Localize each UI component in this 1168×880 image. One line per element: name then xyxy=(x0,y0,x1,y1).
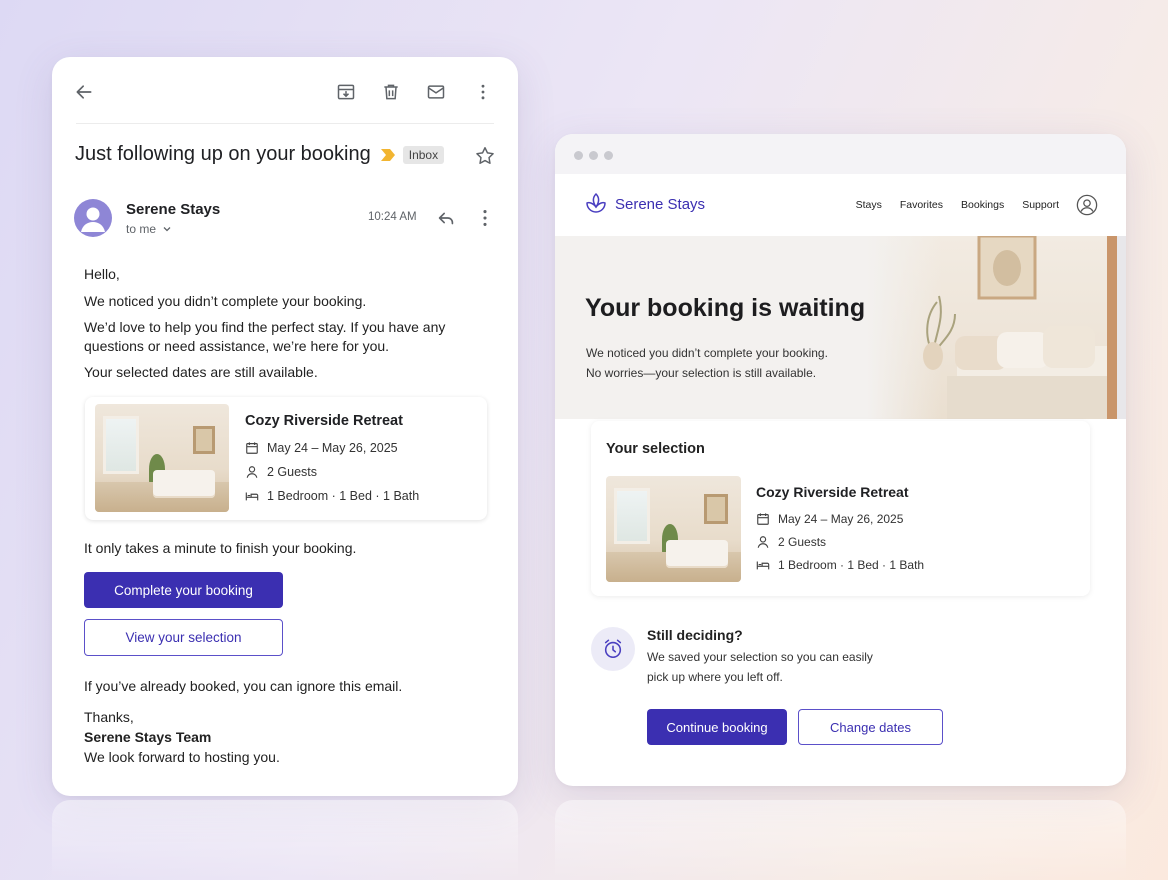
hero-line-2: No worries—your selection is still avail… xyxy=(586,366,817,380)
continue-booking-button[interactable]: Continue booking xyxy=(647,709,787,745)
window-dot-close[interactable] xyxy=(574,151,583,160)
user-icon xyxy=(246,466,258,478)
hero-banner: Your booking is waiting We noticed you d… xyxy=(555,236,1117,419)
nav-item-favorites[interactable]: Favorites xyxy=(900,199,943,211)
recipient-line[interactable]: to me xyxy=(126,222,172,236)
site-header: Serene Stays Stays Favorites Bookings Su… xyxy=(555,174,1126,236)
dates-text: May 24 – May 26, 2025 xyxy=(267,441,398,455)
window-dot-maximize[interactable] xyxy=(604,151,613,160)
guests-text: 2 Guests xyxy=(267,465,318,479)
body-paragraph-5: If you’ve already booked, you can ignore… xyxy=(84,678,403,694)
selection-rooms: 1 Bedroom · 1 Bed · 1 Bath xyxy=(756,558,924,572)
nav-item-stays[interactable]: Stays xyxy=(856,199,882,211)
nav-item-support[interactable]: Support xyxy=(1022,199,1059,211)
property-photo xyxy=(95,404,229,512)
email-subject: Just following up on your booking Inbox xyxy=(75,143,445,166)
account-icon[interactable] xyxy=(1076,194,1098,216)
clock-badge xyxy=(591,627,635,671)
chevron-down-icon[interactable] xyxy=(162,224,172,234)
inbox-label-badge[interactable]: Inbox xyxy=(402,145,445,164)
person-icon xyxy=(81,207,105,232)
email-body-continued: It only takes a minute to finish your bo… xyxy=(84,539,494,565)
body-paragraph-4: It only takes a minute to finish your bo… xyxy=(84,540,357,556)
selection-guests-text: 2 Guests xyxy=(778,535,827,549)
main-nav: Stays Favorites Bookings Support xyxy=(856,199,1059,211)
more-vert-icon[interactable] xyxy=(472,81,494,103)
browser-card-reflection xyxy=(555,800,1126,880)
back-arrow-icon[interactable] xyxy=(73,81,95,103)
property-rooms: 1 Bedroom · 1 Bed · 1 Bath xyxy=(245,489,419,503)
body-paragraph-2: We’d love to help you find the perfect s… xyxy=(84,319,446,354)
calendar-icon xyxy=(246,442,258,454)
body-paragraph-1: We noticed you didn’t complete your book… xyxy=(84,293,367,309)
mail-icon[interactable] xyxy=(425,81,447,103)
hero-line-1: We noticed you didn’t complete your book… xyxy=(586,346,828,360)
email-toolbar xyxy=(52,57,518,123)
email-card-reflection xyxy=(52,800,518,880)
email-footer: If you’ve already booked, you can ignore… xyxy=(84,677,494,774)
star-icon[interactable] xyxy=(474,145,496,167)
complete-booking-button[interactable]: Complete your booking xyxy=(84,572,283,608)
importance-marker-icon[interactable] xyxy=(380,148,395,161)
selection-heading: Your selection xyxy=(606,441,705,457)
browser-window: Serene Stays Stays Favorites Bookings Su… xyxy=(555,134,1126,786)
toolbar-divider xyxy=(76,123,494,124)
bed-icon xyxy=(756,561,770,570)
selection-card[interactable]: Your selection Cozy Riverside Retreat Ma… xyxy=(591,421,1090,596)
brand-logo[interactable]: Serene Stays xyxy=(585,192,705,216)
email-body: Hello, We noticed you didn’t complete yo… xyxy=(84,265,494,389)
sender-avatar xyxy=(74,199,112,237)
clock-icon xyxy=(604,639,622,659)
reply-icon[interactable] xyxy=(435,207,457,229)
property-dates: May 24 – May 26, 2025 xyxy=(245,441,398,455)
view-selection-button[interactable]: View your selection xyxy=(84,619,283,656)
trash-icon[interactable] xyxy=(380,81,402,103)
subject-text: Just following up on your booking xyxy=(75,143,371,165)
selection-dates: May 24 – May 26, 2025 xyxy=(756,512,903,526)
property-name: Cozy Riverside Retreat xyxy=(245,413,403,429)
received-time: 10:24 AM xyxy=(368,211,417,223)
nav-item-bookings[interactable]: Bookings xyxy=(961,199,1004,211)
selection-property-photo xyxy=(606,476,741,582)
hero-subtitle: We noticed you didn’t complete your book… xyxy=(586,343,828,383)
scrollbar[interactable] xyxy=(1117,236,1126,419)
email-message-panel: Just following up on your booking Inbox … xyxy=(52,57,518,796)
window-dot-minimize[interactable] xyxy=(589,151,598,160)
sender-name: Serene Stays xyxy=(126,201,221,218)
body-paragraph-3: Your selected dates are still available. xyxy=(84,364,318,380)
team-name: Serene Stays Team xyxy=(84,729,212,745)
bed-icon xyxy=(245,492,259,501)
still-deciding-title: Still deciding? xyxy=(647,627,743,643)
hero-title: Your booking is waiting xyxy=(585,294,866,322)
selection-rooms-text: 1 Bedroom · 1 Bed · 1 Bath xyxy=(778,558,925,572)
property-guests: 2 Guests xyxy=(245,465,317,479)
selection-property-name: Cozy Riverside Retreat xyxy=(756,484,909,500)
browser-chrome xyxy=(555,134,1126,174)
brand-name: Serene Stays xyxy=(615,195,706,213)
closing-line: We look forward to hosting you. xyxy=(84,749,280,765)
hero-bedroom-image xyxy=(867,236,1117,419)
property-card[interactable]: Cozy Riverside Retreat May 24 – May 26, … xyxy=(85,397,487,520)
greeting: Hello, xyxy=(84,266,120,282)
change-dates-button[interactable]: Change dates xyxy=(798,709,943,745)
user-icon xyxy=(757,536,769,548)
archive-icon[interactable] xyxy=(335,81,357,103)
signoff: Thanks, xyxy=(84,709,134,725)
rooms-text: 1 Bedroom · 1 Bed · 1 Bath xyxy=(267,489,420,503)
message-more-icon[interactable] xyxy=(474,207,496,229)
lotus-logo-icon xyxy=(586,192,606,213)
selection-dates-text: May 24 – May 26, 2025 xyxy=(778,512,904,526)
calendar-icon xyxy=(757,513,769,525)
recipient-text: to me xyxy=(126,222,157,236)
still-deciding-text: We saved your selection so you can easil… xyxy=(647,650,873,684)
selection-guests: 2 Guests xyxy=(756,535,826,549)
